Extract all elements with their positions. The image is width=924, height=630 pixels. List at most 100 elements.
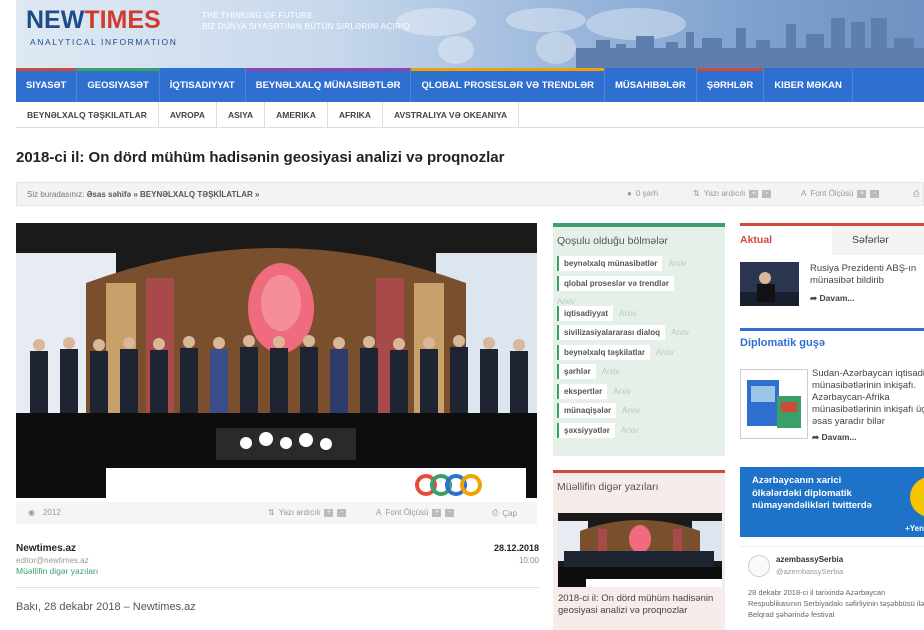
category-tag[interactable]: qlobal proseslər və trendlər [557,275,674,291]
sidebar-news-item[interactable]: Rusiya Prezidenti ABŞ-ın münasibət bildi… [740,262,924,312]
arrow-icon: ➦ [812,432,820,442]
print-button[interactable]: ⎙ Çap [492,508,517,518]
avatar[interactable] [748,555,770,577]
article-meta-bar: ◉ 2012 ⇅ Yazı ardıcılı + - A Font Ölçüsü… [16,502,537,524]
main-nav: Siyasət Geosiyasət İqtisadiyyat Beynəlxa… [16,68,924,102]
categories-header: Qoşulu olduğu bölmələr [557,235,668,247]
twitter-more[interactable]: +Yen [905,524,924,533]
archive-link[interactable]: Arxiv [619,309,637,318]
nav-color-bar [159,68,245,71]
article-title: 2018-ci il: On dörd mühüm hadisənin geos… [16,149,505,166]
nav-item-iqtisadiyyat[interactable]: İqtisadiyyat [159,68,246,102]
category-tag[interactable]: şərhlər [557,364,596,379]
diplomatic-section: Diplomatik guşə Sudan-Azərbaycan iqtisad… [740,328,924,442]
archive-link[interactable]: Arxiv [613,387,631,396]
nav-item-qlobal[interactable]: Qlobal proseslər və trendlər [411,68,605,102]
category-tag[interactable]: şəxsiyyətlər [557,422,615,438]
sort-up-button[interactable]: + [324,508,334,517]
author-email[interactable]: editor@newtimes.az [16,556,539,565]
subnav-item[interactable]: Avropa [159,102,217,127]
nav-item-siyaset[interactable]: Siyasət [16,68,78,102]
twitter-line-2: ölkələrdəki diplomatik [752,487,852,499]
news-text: Rusiya Prezidenti ABŞ-ın münasibət bildi… [810,263,924,304]
sort-down-button[interactable]: - [762,189,772,198]
nav-color-bar [764,68,852,71]
views-value: 2012 [42,508,61,517]
twitter-banner[interactable]: Azərbaycanın xarici ölkələrdəki diplomat… [740,467,924,537]
archive-link[interactable]: Arxiv [671,328,689,337]
logo-new: NEW [26,6,85,34]
nav-item-label: Geosiyasət [87,79,149,91]
category-tag[interactable]: münaqişələr [557,403,617,418]
sort-icon: ⇅ [693,189,700,198]
publish-time: 10:00 [518,556,539,565]
diplomatic-text: Sudan-Azərbaycan iqtisadi münasibətlərin… [812,368,924,443]
news-photo [740,262,799,306]
subnav-item[interactable]: Asiya [217,102,266,127]
logo-subtitle: ANALYTICAL INFORMATION [30,37,178,47]
font-decrease-button[interactable]: - [445,508,455,517]
font-size-label: Font Ölçüsü [385,508,429,517]
author-info: Newtimes.az editor@newtimes.az Müəllifin… [16,543,539,576]
category-tag[interactable]: ekspertlər [557,383,608,399]
category-tag[interactable]: sivilizasiyalararası dialoq [557,325,666,340]
author-other-posts-link[interactable]: Müəllifin digər yazıları [16,566,539,576]
nav-item-serhler[interactable]: Şərhlər [696,68,765,102]
subnav-item[interactable]: Amerika [265,102,328,127]
category-row: şərhlər Arxiv [553,361,725,381]
tagline-line-2: Biz dünya siyasətinin bütün sirlərini aç… [202,22,411,31]
font-increase-button[interactable]: + [432,508,442,517]
category-tag[interactable]: iqtisadiyyat [557,305,614,321]
diplomatic-headline[interactable]: Sudan-Azərbaycan iqtisadi münasibətlərin… [812,368,924,428]
subnav-item[interactable]: Beynəlxalq təşkilatlar [16,102,159,127]
font-size-icon: A [801,189,807,198]
read-more-link[interactable]: ➦ Davam... [812,431,924,443]
category-row: münaqişələr Arxiv [553,400,725,420]
font-decrease-button[interactable]: - [870,189,880,198]
sort-down-button[interactable]: - [337,508,347,517]
tab-seferler[interactable]: Səfərlər [852,234,889,246]
tweet-author-name[interactable]: azembassySerbia [776,555,843,564]
tweet-author-handle[interactable]: @azembassySerbia [776,567,843,576]
font-increase-button[interactable]: + [857,189,867,198]
read-more-label: Davam... [821,432,857,442]
nav-item-geosiyaset[interactable]: Geosiyasət [77,68,160,102]
nav-item-beynelxalq[interactable]: Beynəlxalq münasibətlər [245,68,412,102]
breadcrumb-path[interactable]: Əsas səhifə » BEYNƏLXALQ TƏŞKİLATLAR » [87,190,260,199]
nav-item-label: Kiber məkan [774,79,842,91]
author-post-caption[interactable]: 2018-ci il: On dörd mühüm hadisənin geos… [558,593,722,616]
book-cover-image[interactable] [740,369,808,439]
page: NEWTIMES ANALYTICAL INFORMATION The thin… [0,0,924,630]
nav-color-bar [604,68,696,71]
archive-link[interactable]: Arxiv [621,426,639,435]
category-row: beynəlxalq münasibətlər Arxiv [553,253,725,273]
print-icon[interactable]: ⎙ [913,189,919,199]
sort-up-button[interactable]: + [749,189,759,198]
twitter-logo-icon [910,477,924,517]
comments-count[interactable]: ● 0 şərh [627,189,658,198]
archive-link[interactable]: Arxiv [622,406,640,415]
archive-link[interactable]: Arxiv [602,367,620,376]
archive-link[interactable]: Arxiv [668,259,686,268]
nav-item-musahibeler[interactable]: Müsahibələr [604,68,697,102]
nav-item-kiber[interactable]: Kiber məkan [764,68,853,102]
logo-times: TIMES [84,6,161,34]
read-more-link[interactable]: ➦ Davam... [810,292,924,304]
article-main-image [16,223,537,498]
author-posts-box: Müəllifin digər yazıları 2018-ci il: On … [553,470,725,630]
archive-link[interactable]: Arxiv [656,348,674,357]
article-dateline: Bakı, 28 dekabr 2018 – Newtimes.az [16,601,196,613]
twitter-banner-text: Azərbaycanın xarici ölkələrdəki diplomat… [752,475,872,513]
author-post-thumbnail[interactable] [558,513,722,587]
subnav-item[interactable]: Afrika [328,102,383,127]
category-tag[interactable]: beynəlxalq münasibətlər [557,256,663,271]
category-tag[interactable]: beynəlxalq təşkilatlar [557,344,650,360]
tweet-card: azembassySerbia @azembassySerbia 28 deka… [740,546,924,630]
categories-box: Qoşulu olduğu bölmələr beynəlxalq münasi… [553,223,725,456]
tab-aktual[interactable]: Aktual [740,226,832,255]
author-name[interactable]: Newtimes.az [16,543,539,554]
subnav-item[interactable]: Avstraliya və Okeaniya [383,102,520,127]
author-posts-header: Müəllifin digər yazıları [557,481,659,493]
site-logo[interactable]: NEWTIMES [26,6,161,35]
news-thumbnail [740,262,799,306]
